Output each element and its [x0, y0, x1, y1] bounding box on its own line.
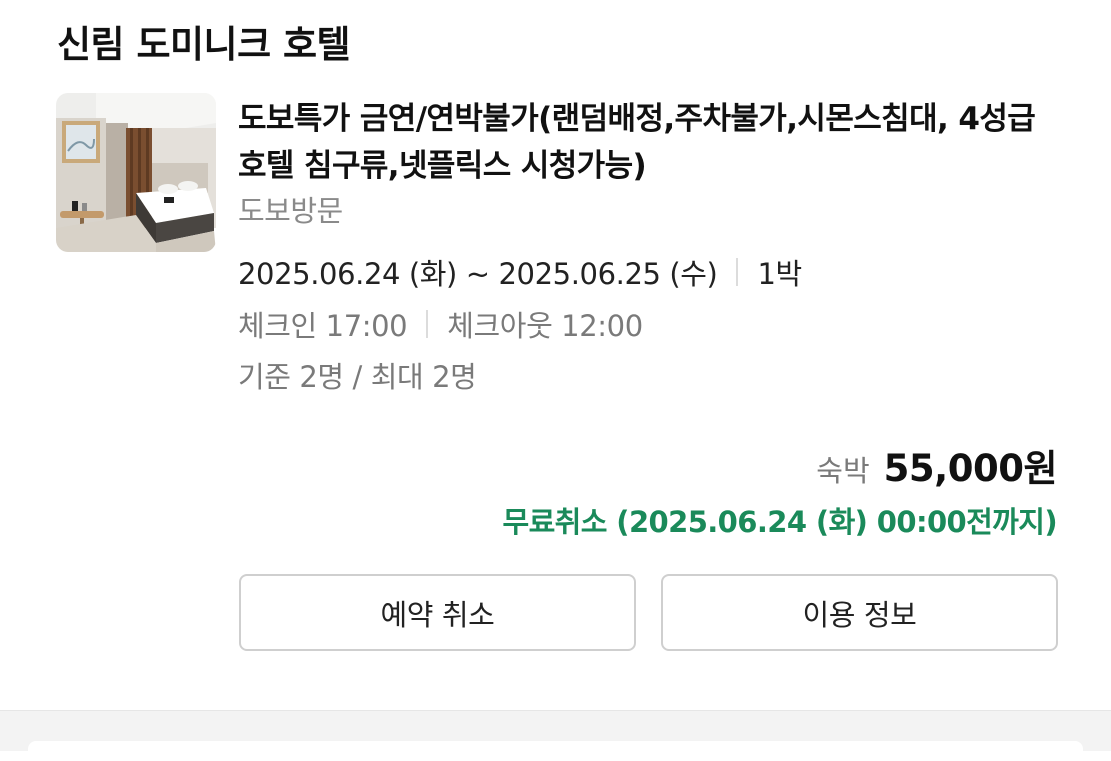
free-cancel-notice: 무료취소 (2025.06.24 (화) 00:00전까지)	[502, 505, 1057, 539]
guest-capacity: 기준 2명 / 최대 2명	[238, 360, 477, 394]
cancel-reservation-button[interactable]: 예약 취소	[239, 574, 636, 651]
price-row: 숙박 55,000원	[816, 438, 1057, 492]
visit-type: 도보방문	[238, 194, 343, 228]
next-card-edge	[28, 741, 1083, 761]
stay-nights: 1박	[757, 257, 802, 291]
reservation-card: 신림 도미니크 호텔 도보특가 금연/연박불가(랜덤배정,주차불가,시몬스침대,…	[0, 0, 1111, 710]
price-label: 숙박	[816, 454, 870, 488]
usage-info-button[interactable]: 이용 정보	[661, 574, 1058, 651]
divider	[736, 258, 739, 286]
check-out-time: 체크아웃 12:00	[447, 309, 643, 343]
stay-dates: 2025.06.24 (화) ~ 2025.06.25 (수)	[238, 257, 718, 291]
price-value: 55,000원	[883, 447, 1058, 490]
hotel-room-photo-icon	[56, 93, 216, 252]
room-thumbnail[interactable]	[56, 93, 216, 252]
divider	[426, 310, 429, 338]
room-title: 도보특가 금연/연박불가(랜덤배정,주차불가,시몬스침대, 4성급 호텔 침구류…	[238, 101, 1036, 184]
check-times-row: 체크인 17:00 체크아웃 12:00	[238, 303, 643, 345]
stay-dates-row: 2025.06.24 (화) ~ 2025.06.25 (수) 1박	[238, 251, 802, 293]
check-in-time: 체크인 17:00	[238, 309, 408, 343]
hotel-name[interactable]: 신림 도미니크 호텔	[57, 14, 351, 68]
